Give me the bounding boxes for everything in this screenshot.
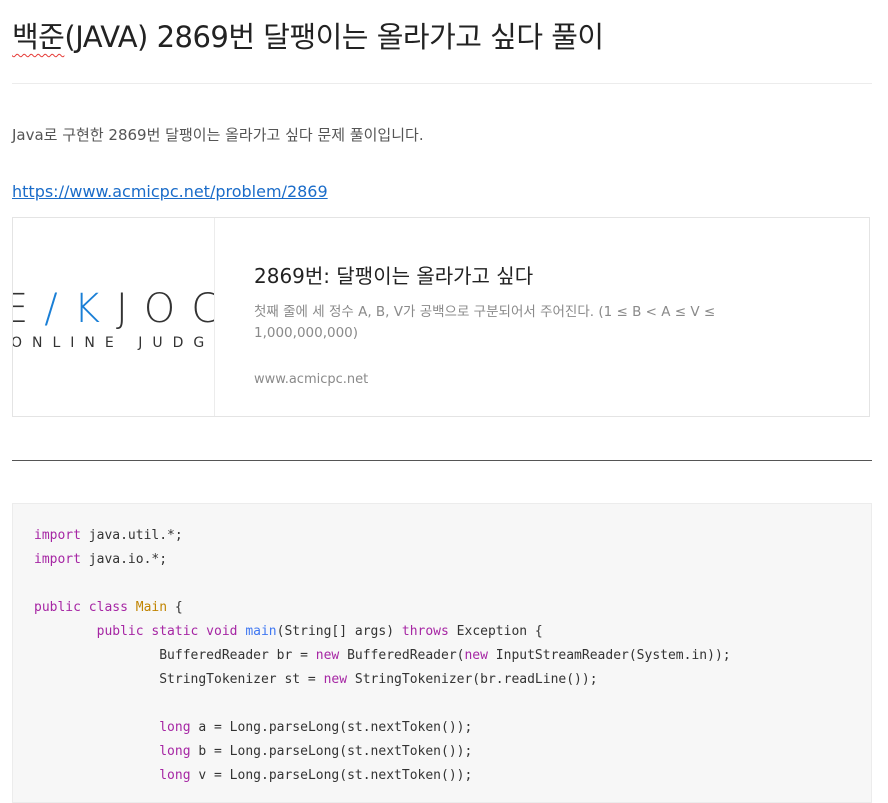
link-preview-card[interactable]: E/KJOC ONLINE JUDGE 2869번: 달팽이는 올라가고 싶다 … <box>12 217 870 417</box>
post-title-rest: (JAVA) 2869번 달팽이는 올라가고 싶다 풀이 <box>64 20 604 54</box>
card-host: www.acmicpc.net <box>254 372 369 387</box>
code-line: BufferedReader br = new BufferedReader(n… <box>34 648 731 663</box>
code-line: long b = Long.parseLong(st.nextToken()); <box>34 744 473 759</box>
boj-logo: E/KJOC <box>13 286 214 332</box>
problem-link[interactable]: https://www.acmicpc.net/problem/2869 <box>12 182 328 201</box>
code-line: import java.util.*; <box>34 528 183 543</box>
boj-logo-subtitle: ONLINE JUDGE <box>13 335 215 351</box>
code-content: import java.util.*; import java.io.*; publ… <box>34 524 731 788</box>
code-line: public static void main(String[] args) t… <box>34 624 543 639</box>
code-line: import java.io.*; <box>34 552 168 567</box>
code-line: StringTokenizer st = new StringTokenizer… <box>34 672 598 687</box>
code-line: long a = Long.parseLong(st.nextToken()); <box>34 720 473 735</box>
section-divider <box>12 460 872 461</box>
card-description: 첫째 줄에 세 정수 A, B, V가 공백으로 구분되어서 주어진다. (1 … <box>254 304 716 341</box>
code-block: import java.util.*; import java.io.*; publ… <box>12 503 872 803</box>
card-title[interactable]: 2869번: 달팽이는 올라가고 싶다 <box>254 260 533 289</box>
post-title: 백준(JAVA) 2869번 달팽이는 올라가고 싶다 풀이 <box>12 14 604 56</box>
card-thumbnail: E/KJOC ONLINE JUDGE <box>13 218 215 416</box>
intro-text: Java로 구현한 2869번 달팽이는 올라가고 싶다 문제 풀이입니다. <box>12 126 424 144</box>
post-title-prefix: 백준 <box>12 20 65 54</box>
title-divider <box>12 83 872 84</box>
code-line: public class Main { <box>34 600 183 615</box>
code-line: long v = Long.parseLong(st.nextToken()); <box>34 768 473 783</box>
